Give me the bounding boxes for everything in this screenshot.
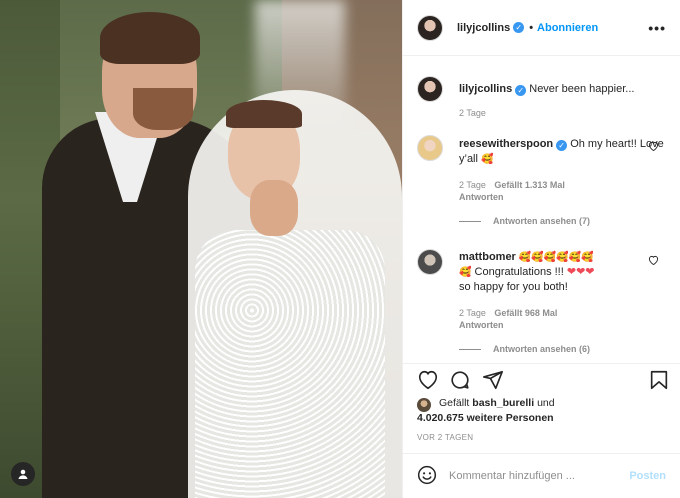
comment-username[interactable]: mattbomer [459,251,516,263]
comment-avatar[interactable] [417,135,443,161]
emoji-icon[interactable] [417,465,437,488]
verified-icon: ✓ [556,140,568,151]
caption-time[interactable]: 2 Tage [459,108,486,118]
add-comment-bar: Posten [403,453,680,498]
more-icon[interactable]: ••• [648,20,666,36]
comment-input[interactable] [449,470,619,482]
smiling-face-hearts-icon: 🥰 [459,267,472,278]
comments-list[interactable]: lilyjcollins ✓ Never been happier... 2 Ta… [403,57,680,362]
post-comment-button[interactable]: Posten [629,470,666,482]
comment-likes[interactable]: Gefällt 1.313 Mal [494,180,565,190]
caption-avatar[interactable] [417,76,443,102]
comment-like-icon[interactable] [648,141,659,154]
photo-groom-beard [133,88,193,130]
view-replies-button[interactable]: Antworten ansehen (7) [459,216,667,226]
photo-bride-hair [226,100,302,128]
smiling-face-hearts-icon: 🥰🥰🥰🥰🥰🥰 [518,252,594,263]
follow-button[interactable]: Abonnieren [537,22,598,34]
author-username[interactable]: lilyjcollins [457,22,510,34]
view-replies-label: Antworten ansehen (7) [493,216,591,226]
liker-avatar[interactable] [417,398,431,412]
red-heart-icon: ❤❤❤ [566,266,595,278]
comment-item: reesewitherspoon ✓ Oh my heart!! Love y’a… [417,135,667,226]
comment-item: mattbomer 🥰🥰🥰🥰🥰🥰 🥰 Congratulations !!! ❤… [417,249,667,354]
likes-connector: und [537,397,555,409]
caption-text: Never been happier... [529,83,635,95]
comment-meta: 2 Tage Gefällt 968 Mal Antworten [459,307,667,331]
reply-button[interactable]: Antworten [459,320,504,330]
author-avatar[interactable] [417,14,443,41]
bookmark-icon[interactable] [648,369,670,391]
photo-groom-hair [100,12,200,64]
likes-prefix: Gefällt [439,397,470,409]
comment-likes[interactable]: Gefällt 968 Mal [494,308,557,318]
photo-groom-hand [250,180,298,236]
verified-icon: ✓ [515,85,527,96]
comment-like-icon[interactable] [648,255,659,268]
reply-button[interactable]: Antworten [459,192,504,202]
replies-divider [459,348,481,350]
comment-avatar[interactable] [417,249,443,275]
photo-bride-dress [195,230,385,498]
comment-icon[interactable] [449,369,471,391]
post-photo[interactable] [0,0,402,498]
comment-text-line2: so happy for you both! [459,281,568,293]
replies-divider [459,220,481,222]
comment-time[interactable]: 2 Tage [459,308,486,318]
view-replies-button[interactable]: Antworten ansehen (6) [459,344,667,354]
smiling-face-hearts-icon: 🥰 [481,154,494,165]
likes-summary: Gefällt bash_burelli und 4.020.675 weite… [417,396,667,426]
comment-username[interactable]: reesewitherspoon [459,138,553,150]
comment-text: Congratulations !!! [474,266,564,278]
caption-username[interactable]: lilyjcollins [459,83,512,95]
share-icon[interactable] [482,369,504,391]
caption-item: lilyjcollins ✓ Never been happier... 2 Ta… [417,76,667,119]
view-replies-label: Antworten ansehen (6) [493,344,591,354]
post-header: lilyjcollins ✓ • Abonnieren ••• [403,0,680,56]
comment-time[interactable]: 2 Tage [459,180,486,190]
header-dot: • [529,21,534,34]
action-bar [403,363,680,393]
tagged-user-icon[interactable] [11,462,35,486]
caption-meta: 2 Tage [459,107,667,119]
heart-icon[interactable] [417,369,439,391]
post-timestamp[interactable]: VOR 2 TAGEN [417,433,473,442]
post-details-panel: lilyjcollins ✓ • Abonnieren ••• lilyjcol… [402,0,680,498]
likes-count[interactable]: 4.020.675 weitere Personen [417,412,554,424]
verified-icon: ✓ [513,22,525,33]
comment-meta: 2 Tage Gefällt 1.313 Mal Antworten [459,179,667,203]
liker-username[interactable]: bash_burelli [472,397,534,409]
